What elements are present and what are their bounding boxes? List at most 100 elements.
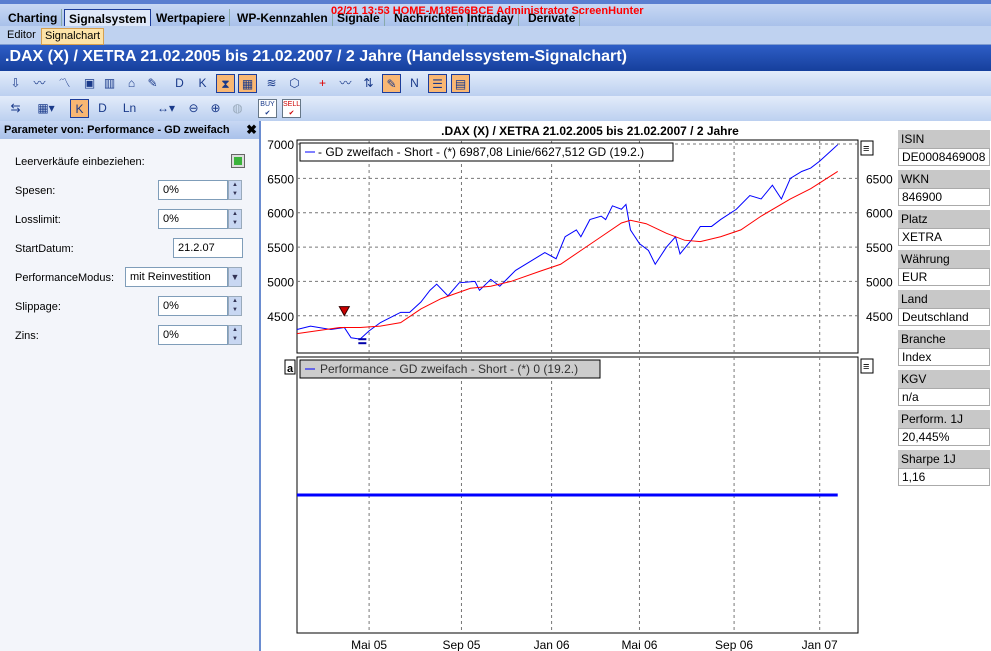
info-box: Währung EUR [898,250,990,286]
info-value: 1,16 [898,468,990,486]
table-dropdown-icon[interactable]: ▦▾ [32,99,60,118]
param-label: Losslimit: [15,214,61,226]
startdatum-input[interactable]: 21.2.07 [173,238,243,258]
info-label: Perform. 1J [898,410,990,428]
panel-header: Parameter von: Performance - GD zweifach… [0,121,259,139]
zins-spinner[interactable]: ▲ ▼ [228,325,242,345]
legend-main: - GD zweifach - Short - (*) 6987,08 Lini… [318,145,644,159]
import-icon[interactable]: ⇩ [6,74,25,93]
toolbar-1: ⇩ 〰 〽 ▣ ▥ ⌂ ✎ D K ⧗ ▦ ≋ ⬡ + 〰 ⇅ ✎ N ☰ ▤ [0,71,991,96]
compare-icon[interactable]: ⌂ [122,74,141,93]
info-label: KGV [898,370,990,388]
trend-icon[interactable]: 〰 [336,74,355,93]
y-tick-left: 4500 [267,310,294,324]
info-box: Sharpe 1J 1,16 [898,450,990,486]
info-value: XETRA [898,228,990,246]
info-label: ISIN [898,130,990,148]
crosshair-icon[interactable]: + [313,74,332,93]
news-icon[interactable]: N [405,74,424,93]
spesen-input[interactable]: 0% [158,180,228,200]
log-scale-icon[interactable]: Ln [120,99,139,118]
parameter-panel: Parameter von: Performance - GD zweifach… [0,121,261,651]
exit-signal-marker [358,338,367,341]
daily-icon[interactable]: D [170,74,189,93]
refresh-icon[interactable]: ⇆ [6,99,25,118]
info-label: Platz [898,210,990,228]
buy-button[interactable]: BUY ✔ [258,99,277,118]
info-value: 20,445% [898,428,990,446]
sell-label: SELL [283,101,301,108]
losslimit-spinner[interactable]: ▲ ▼ [228,209,242,229]
page-title: .DAX (X) / XETRA 21.02.2005 bis 21.02.20… [0,45,991,71]
y-tick-right: 4500 [866,310,893,324]
indicator-icon[interactable]: ≋ [262,74,281,93]
chart-title: .DAX (X) / XETRA 21.02.2005 bis 21.02.20… [441,124,739,138]
info-box: KGV n/a [898,370,990,406]
buy-label: BUY [260,101,275,108]
line-chart-icon[interactable]: 〰 [30,74,49,93]
panel-a-label: a [287,363,294,375]
zoom-out-icon[interactable]: ⊖ [184,99,203,118]
toolbar-2: ⇆ ▦▾ K D Ln ↔▾ ⊖ ⊕ ◍ BUY ✔ SELL ✔ [0,96,991,121]
signal-chart-icon[interactable]: 〽 [55,74,74,93]
menu-icon-glyph: ≡ [863,361,869,373]
info-box: ISIN DE0008469008 [898,130,990,166]
slippage-spinner[interactable]: ▲ ▼ [228,296,242,316]
signal-chart[interactable]: .DAX (X) / XETRA 21.02.2005 bis 21.02.20… [263,121,893,651]
param-label: StartDatum: [15,243,74,255]
leerverkaeufe-checkbox[interactable] [231,154,245,168]
bar-chart-icon[interactable]: ▥ [100,74,119,93]
list-chart-icon[interactable]: ☰ [428,74,447,93]
sell-button[interactable]: SELL ✔ [282,99,301,118]
buy-sell-icon[interactable]: ⬡ [285,74,304,93]
price-plot-area [296,139,859,354]
draw-icon[interactable]: ✎ [143,74,162,93]
table-chart-icon[interactable]: ▤ [451,74,470,93]
x-tick: Jan 06 [534,638,570,651]
subtab-editor[interactable]: Editor [4,28,39,45]
grid-icon[interactable]: ▦ [238,74,257,93]
slippage-input[interactable]: 0% [158,296,228,316]
candle-icon[interactable]: K [193,74,212,93]
info-value: Deutschland [898,308,990,326]
panel-title: Parameter von: Performance - GD zweifach [4,124,230,136]
x-tick: Mai 06 [621,638,657,651]
zoom-reset-icon[interactable]: ◍ [228,99,247,118]
info-label: Sharpe 1J [898,450,990,468]
daily-mode-icon[interactable]: D [93,99,112,118]
close-icon[interactable]: ✖ [246,122,257,138]
info-label: WKN [898,170,990,188]
legend-perf: Performance - GD zweifach - Short - (*) … [320,362,578,376]
chevron-down-icon[interactable]: ▼ [228,267,242,287]
y-tick-left: 6000 [267,207,294,221]
y-tick-right: 6500 [866,172,893,186]
info-box: Branche Index [898,330,990,366]
arrows-icon[interactable]: ⇅ [359,74,378,93]
zoom-fit-icon[interactable]: ⧗ [216,74,235,93]
y-tick-right: 5500 [866,241,893,255]
info-value: EUR [898,268,990,286]
pen-icon[interactable]: ✎ [382,74,401,93]
zoom-in-icon[interactable]: ⊕ [206,99,225,118]
param-label: Slippage: [15,301,61,313]
losslimit-input[interactable]: 0% [158,209,228,229]
candle-mode-icon[interactable]: K [70,99,89,118]
info-label: Branche [898,330,990,348]
y-tick-left: 7000 [267,138,294,152]
info-box: WKN 846900 [898,170,990,206]
zins-input[interactable]: 0% [158,325,228,345]
network-icon[interactable]: ▣ [80,74,99,93]
info-value: 846900 [898,188,990,206]
x-tick: Sep 05 [442,638,480,651]
performancemodus-select[interactable]: mit Reinvestition [125,267,228,287]
x-tick: Jan 07 [802,638,838,651]
range-dropdown-icon[interactable]: ↔▾ [152,99,180,118]
spesen-spinner[interactable]: ▲ ▼ [228,180,242,200]
param-label: Leerverkäufe einbeziehen: [15,156,145,168]
info-value: Index [898,348,990,366]
info-label: Land [898,290,990,308]
subtab-signalchart[interactable]: Signalchart [41,28,105,45]
x-tick: Sep 06 [715,638,753,651]
y-tick-left: 5000 [267,275,294,289]
info-value: DE0008469008 [898,148,990,166]
